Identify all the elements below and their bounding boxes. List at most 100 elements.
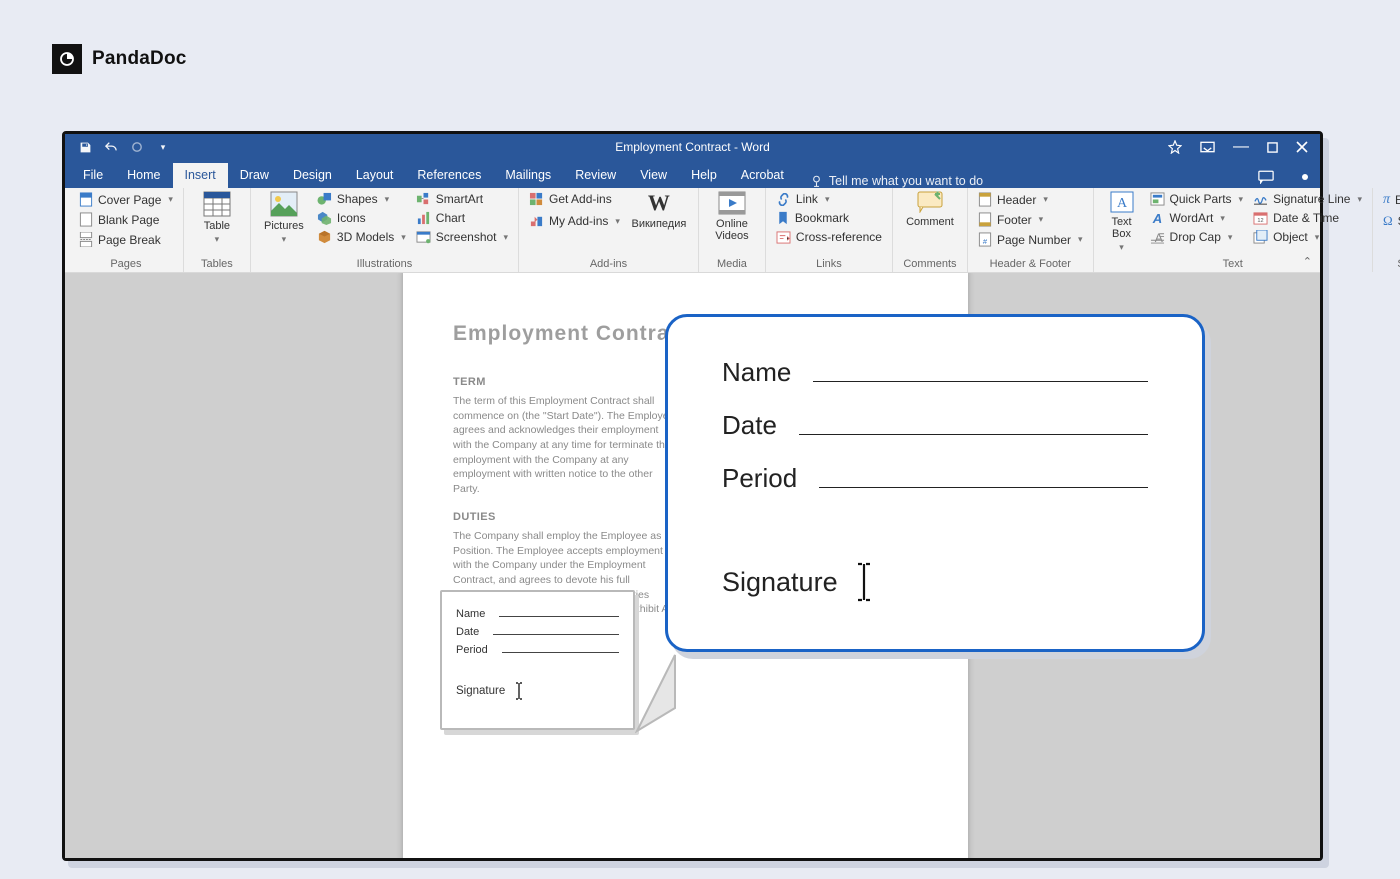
tab-design[interactable]: Design <box>281 163 344 188</box>
doc-para-term: The term of this Employment Contract sha… <box>453 394 678 497</box>
comment-button[interactable]: Comment <box>901 191 959 228</box>
drop-cap-button[interactable]: A Drop Cap▾ <box>1148 229 1246 245</box>
svg-text:12: 12 <box>1257 218 1263 224</box>
title-bar: ▾ Employment Contract - Word — <box>65 134 1320 160</box>
tab-mailings[interactable]: Mailings <box>493 163 563 188</box>
tab-file[interactable]: File <box>71 163 115 188</box>
chart-button[interactable]: Chart <box>414 210 510 226</box>
signature-line-button[interactable]: Signature Line▾ <box>1251 191 1364 207</box>
field-period-label-mini: Period <box>456 644 488 656</box>
touch-mode-icon[interactable] <box>1168 140 1182 154</box>
tab-home[interactable]: Home <box>115 163 172 188</box>
cover-page-button[interactable]: Cover Page▾ <box>77 191 175 208</box>
group-pages: Cover Page▾ Blank Page Page Break Pages <box>69 188 184 272</box>
blank-page-button[interactable]: Blank Page <box>77 211 175 228</box>
svg-text:A: A <box>1116 196 1127 211</box>
3d-models-button[interactable]: 3D Models▾ <box>315 229 408 245</box>
tab-review[interactable]: Review <box>563 163 628 188</box>
group-hf-label: Header & Footer <box>976 258 1085 271</box>
cross-reference-button[interactable]: Cross-reference <box>774 229 884 245</box>
my-addins-button[interactable]: My Add-ins▾ <box>527 213 622 229</box>
tell-me-label: Tell me what you want to do <box>829 174 983 188</box>
screenshot-button[interactable]: Screenshot▾ <box>414 229 510 245</box>
tab-view[interactable]: View <box>628 163 679 188</box>
underline <box>499 616 619 617</box>
page-number-button[interactable]: # Page Number▾ <box>976 231 1085 248</box>
underline <box>813 381 1148 383</box>
link-button[interactable]: Link▾ <box>774 191 884 207</box>
comments-pane-icon[interactable] <box>1258 170 1274 184</box>
window-title: Employment Contract - Word <box>615 140 770 154</box>
equation-button[interactable]: π Equation▾ <box>1381 191 1400 209</box>
quick-access-toolbar: ▾ <box>71 139 171 155</box>
maximize-button[interactable] <box>1267 142 1278 153</box>
symbol-button[interactable]: Ω Symbol▾ <box>1381 212 1400 230</box>
undo-icon[interactable] <box>103 139 119 155</box>
group-links-label: Links <box>774 258 884 271</box>
wikipedia-button[interactable]: W Википедия <box>628 191 690 230</box>
field-signature-label: Signature <box>722 567 838 598</box>
group-text: A Text Box ▾ Quick Parts▾ A WordArt▾ A <box>1094 188 1373 272</box>
text-box-button[interactable]: A Text Box ▾ <box>1102 191 1142 253</box>
group-media: Online Videos Media <box>699 188 766 272</box>
signature-fields-source: Name Date Period Signature <box>440 590 635 730</box>
group-media-label: Media <box>707 258 757 271</box>
icons-button[interactable]: Icons <box>315 210 408 226</box>
group-tables-label: Tables <box>192 258 242 271</box>
text-cursor-icon[interactable] <box>856 562 872 602</box>
pictures-button[interactable]: Pictures ▾ <box>259 191 309 245</box>
field-date-label-mini: Date <box>456 626 479 638</box>
tab-acrobat[interactable]: Acrobat <box>729 163 796 188</box>
field-name-label: Name <box>722 357 791 388</box>
tab-insert[interactable]: Insert <box>173 163 228 188</box>
header-button[interactable]: Header▾ <box>976 191 1085 208</box>
signature-fields-callout: Name Date Period Signature <box>665 314 1205 652</box>
field-signature-label-mini: Signature <box>456 685 505 697</box>
minimize-button[interactable]: — <box>1233 143 1249 151</box>
collapse-ribbon-icon[interactable]: ⌃ <box>1303 255 1312 268</box>
smartart-button[interactable]: SmartArt <box>414 191 510 207</box>
word-window: ▾ Employment Contract - Word — File Home… <box>62 131 1323 861</box>
group-illustrations: Pictures ▾ Shapes▾ Icons 3D Models▾ <box>251 188 519 272</box>
field-date-label: Date <box>722 410 777 441</box>
tab-layout[interactable]: Layout <box>344 163 406 188</box>
page-break-button[interactable]: Page Break <box>77 231 175 248</box>
svg-text:A: A <box>1154 231 1163 244</box>
get-addins-button[interactable]: Get Add-ins <box>527 191 622 207</box>
group-symbols-label: Symbols <box>1381 258 1400 271</box>
tab-references[interactable]: References <box>405 163 493 188</box>
underline <box>502 652 619 653</box>
qat-customize-icon[interactable]: ▾ <box>155 139 171 155</box>
group-links: Link▾ Bookmark Cross-reference Links <box>766 188 893 272</box>
pandadoc-name: PandaDoc <box>92 48 187 70</box>
redo-icon[interactable] <box>129 139 145 155</box>
underline <box>799 434 1148 436</box>
ribbon: Cover Page▾ Blank Page Page Break Pages <box>65 188 1320 273</box>
group-text-label: Text <box>1102 258 1364 271</box>
group-addins-label: Add-ins <box>527 258 690 271</box>
text-cursor-icon <box>515 682 523 700</box>
ribbon-tabs: File Home Insert Draw Design Layout Refe… <box>65 160 1320 188</box>
group-header-footer: Header▾ Footer▾ # Page Number▾ Header & … <box>968 188 1094 272</box>
group-comments: Comment Comments <box>893 188 968 272</box>
close-button[interactable] <box>1296 141 1308 153</box>
tell-me-search[interactable]: Tell me what you want to do <box>810 174 983 188</box>
group-comments-label: Comments <box>901 258 959 271</box>
shapes-button[interactable]: Shapes▾ <box>315 191 408 207</box>
wordart-button[interactable]: A WordArt▾ <box>1148 210 1246 226</box>
tab-help[interactable]: Help <box>679 163 729 188</box>
document-canvas[interactable]: Employment Contract TERM The term of thi… <box>65 273 1320 858</box>
ribbon-display-icon[interactable] <box>1200 141 1215 153</box>
pandadoc-logo-icon <box>52 44 82 74</box>
bookmark-button[interactable]: Bookmark <box>774 210 884 226</box>
date-time-button[interactable]: 12 Date & Time <box>1251 210 1364 226</box>
object-button[interactable]: Object▾ <box>1251 229 1364 245</box>
tab-draw[interactable]: Draw <box>228 163 281 188</box>
overflow-icon[interactable] <box>1302 174 1308 180</box>
table-button[interactable]: Table ▾ <box>192 191 242 245</box>
save-icon[interactable] <box>77 139 93 155</box>
field-name-label-mini: Name <box>456 608 485 620</box>
quick-parts-button[interactable]: Quick Parts▾ <box>1148 191 1246 207</box>
online-videos-button[interactable]: Online Videos <box>707 191 757 242</box>
footer-button[interactable]: Footer▾ <box>976 211 1085 228</box>
